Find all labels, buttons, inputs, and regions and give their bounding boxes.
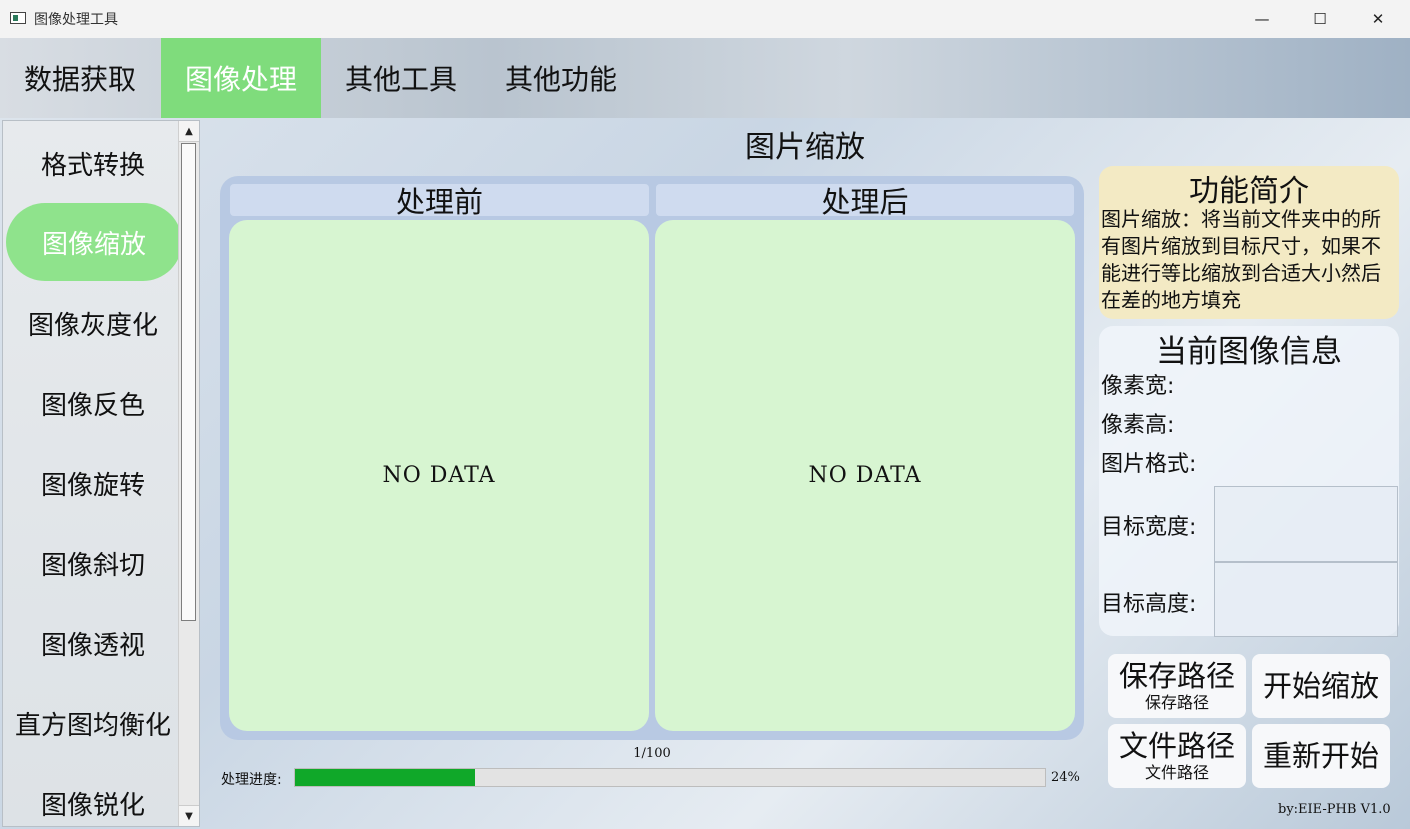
- title-bar: 图像处理工具 — ☐ ✕: [0, 0, 1410, 39]
- save-path-button[interactable]: 保存路径 保存路径: [1108, 654, 1246, 718]
- file-path-value: 文件路径: [1144, 763, 1209, 782]
- file-path-button[interactable]: 文件路径 文件路径: [1108, 724, 1246, 788]
- save-path-value: 保存路径: [1144, 693, 1209, 712]
- sidebar-item-format-convert[interactable]: 格式转换: [5, 123, 181, 203]
- file-path-button-label: 文件路径: [1118, 729, 1235, 763]
- sidebar-item-image-scale[interactable]: 图像缩放: [6, 203, 182, 281]
- start-scale-button[interactable]: 开始缩放: [1252, 654, 1390, 718]
- window-title: 图像处理工具: [34, 12, 118, 28]
- restart-button-label: 重新开始: [1262, 739, 1379, 773]
- sidebar-item-perspective[interactable]: 图像透视: [5, 603, 181, 683]
- intro-title: 功能简介: [1189, 174, 1309, 209]
- before-image-view: NO DATA: [229, 220, 649, 731]
- maximize-button[interactable]: ☐: [1291, 0, 1349, 38]
- sidebar-item-histogram-equalization[interactable]: 直方图均衡化: [5, 683, 181, 763]
- progress-percent: 24%: [1051, 770, 1080, 785]
- app-icon: [10, 12, 26, 24]
- target-width-input[interactable]: [1214, 486, 1398, 562]
- scrollbar-thumb[interactable]: [181, 143, 196, 621]
- sidebar-item-grayscale[interactable]: 图像灰度化: [5, 283, 181, 363]
- after-header: 处理后: [656, 184, 1074, 219]
- sidebar: 格式转换 图像缩放 图像灰度化 图像反色 图像旋转 图像斜切 图像透视 直方图均…: [2, 120, 200, 827]
- page-title: 图片缩放: [745, 130, 865, 165]
- restart-button[interactable]: 重新开始: [1252, 724, 1390, 788]
- target-height-label: 目标高度:: [1101, 592, 1197, 617]
- nav-tab-data-acquisition[interactable]: 数据获取: [0, 38, 160, 118]
- image-info-title: 当前图像信息: [1156, 334, 1342, 370]
- image-format-label: 图片格式:: [1101, 452, 1197, 477]
- after-image-view: NO DATA: [655, 220, 1075, 731]
- sidebar-item-rotate[interactable]: 图像旋转: [5, 443, 181, 523]
- compare-panel: 处理前 处理后 NO DATA NO DATA: [220, 176, 1084, 740]
- version-footer: by:EIE-PHB V1.0: [1278, 802, 1391, 817]
- start-scale-button-label: 开始缩放: [1262, 669, 1379, 703]
- function-intro-box: 功能简介 图片缩放：将当前文件夹中的所有图片缩放到目标尺寸，如果不能进行等比缩放…: [1099, 166, 1399, 319]
- sidebar-item-invert[interactable]: 图像反色: [5, 363, 181, 443]
- nav-tab-image-processing[interactable]: 图像处理: [161, 38, 321, 118]
- pixel-width-label: 像素宽:: [1101, 374, 1175, 399]
- target-height-input[interactable]: [1214, 562, 1398, 637]
- top-nav: 数据获取 图像处理 其他工具 其他功能: [0, 38, 1410, 118]
- sidebar-item-sharpen[interactable]: 图像锐化: [5, 763, 181, 826]
- nav-tab-other-functions[interactable]: 其他功能: [481, 38, 641, 118]
- nav-tab-other-tools[interactable]: 其他工具: [321, 38, 481, 118]
- close-button[interactable]: ✕: [1349, 0, 1407, 38]
- pixel-height-label: 像素高:: [1101, 413, 1175, 438]
- save-path-button-label: 保存路径: [1118, 659, 1235, 693]
- progress-bar: [294, 768, 1046, 787]
- progress-bar-fill: [295, 769, 475, 786]
- intro-text: 图片缩放：将当前文件夹中的所有图片缩放到目标尺寸，如果不能进行等比缩放到合适大小…: [1101, 207, 1381, 312]
- scroll-down-arrow-icon[interactable]: ▼: [179, 805, 199, 826]
- minimize-button[interactable]: —: [1233, 0, 1291, 38]
- progress-label: 处理进度:: [221, 772, 282, 788]
- before-header: 处理前: [230, 184, 649, 219]
- sidebar-item-shear[interactable]: 图像斜切: [5, 523, 181, 603]
- target-width-label: 目标宽度:: [1101, 515, 1197, 540]
- progress-counter: 1/100: [633, 746, 671, 761]
- sidebar-scrollbar[interactable]: ▲ ▼: [178, 121, 199, 826]
- scroll-up-arrow-icon[interactable]: ▲: [179, 121, 199, 142]
